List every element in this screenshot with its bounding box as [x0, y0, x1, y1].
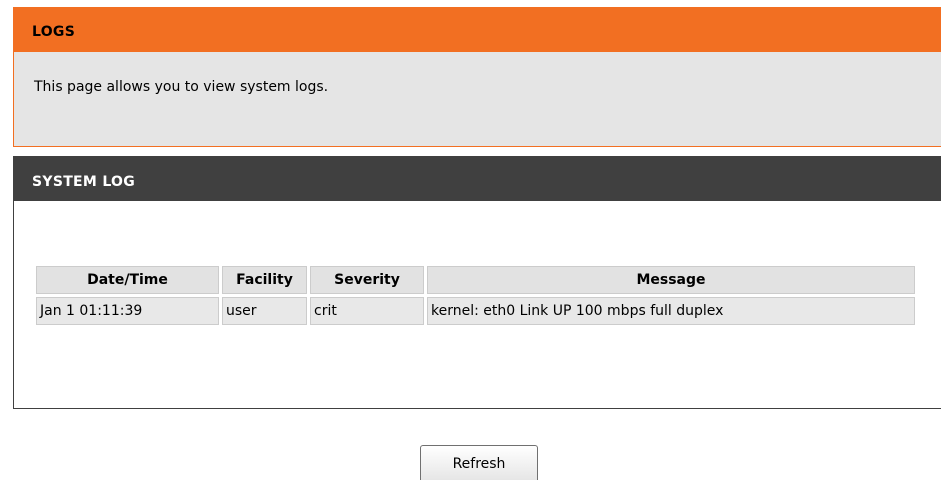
cell-severity: crit: [310, 297, 424, 325]
table-header-row: Date/Time Facility Severity Message: [36, 266, 915, 294]
refresh-button[interactable]: Refresh: [420, 445, 538, 480]
logs-title: LOGS: [14, 8, 941, 52]
column-header-facility: Facility: [222, 266, 307, 294]
cell-message: kernel: eth0 Link UP 100 mbps full duple…: [427, 297, 915, 325]
system-log-table: Date/Time Facility Severity Message Jan …: [33, 263, 918, 328]
logs-page: LOGS This page allows you to view system…: [0, 0, 941, 480]
column-header-message: Message: [427, 266, 915, 294]
cell-facility: user: [222, 297, 307, 325]
system-log-title: SYSTEM LOG: [14, 157, 941, 201]
table-row: Jan 1 01:11:39 user crit kernel: eth0 Li…: [36, 297, 915, 325]
column-header-severity: Severity: [310, 266, 424, 294]
logs-description: This page allows you to view system logs…: [34, 79, 329, 95]
system-log-panel: SYSTEM LOG Date/Time Facility Severity M…: [13, 156, 941, 409]
logs-panel: LOGS This page allows you to view system…: [13, 7, 941, 147]
cell-date-time: Jan 1 01:11:39: [36, 297, 219, 325]
column-header-date-time: Date/Time: [36, 266, 219, 294]
